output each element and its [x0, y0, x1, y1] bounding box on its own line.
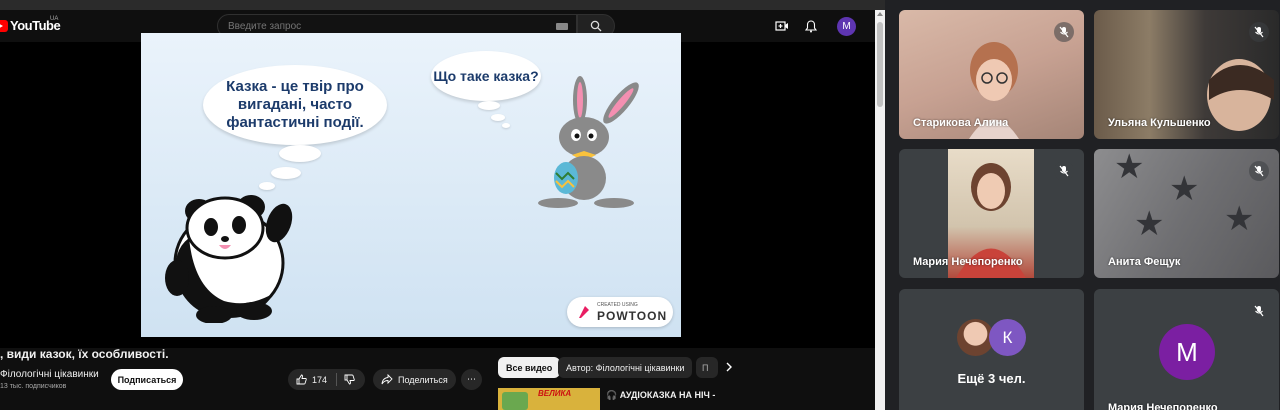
star-pattern-icon: ★	[1114, 149, 1145, 186]
panda-illustration	[165, 195, 293, 323]
chevron-right-icon[interactable]	[722, 360, 736, 374]
participant-name: Мария Нечепоренко	[913, 256, 1023, 268]
like-dislike-group: 174	[288, 369, 365, 390]
video-frame[interactable]: Казка - це твір про вигадані, часто фант…	[141, 33, 681, 337]
subscribe-button[interactable]: Подписаться	[111, 369, 183, 390]
participant-tile[interactable]: Старикова Алина	[899, 10, 1084, 139]
bubble-dot	[502, 123, 510, 128]
screen: YouTube UA M Казка - це т	[0, 0, 1280, 410]
more-actions-button[interactable]: ⋯	[461, 369, 482, 390]
recommended-video-thumbnail[interactable]: ВЕЛИКА	[498, 388, 600, 410]
powtoon-watermark: CREATED USING POWTOON	[567, 297, 673, 327]
share-icon	[381, 374, 393, 385]
mic-off-icon	[1249, 22, 1269, 42]
mic-off-icon	[1054, 161, 1074, 181]
participant-avatar: К	[989, 319, 1026, 356]
powtoon-logo-icon	[579, 306, 589, 318]
mic-off-icon	[1054, 22, 1074, 42]
thumbnail-text: ВЕЛИКА	[538, 389, 572, 398]
participant-tile[interactable]: ★ ★ ★ ★ Анита Фещук	[1094, 149, 1279, 278]
like-icon[interactable]	[296, 374, 307, 385]
chip-truncated[interactable]: П	[696, 357, 718, 378]
more-participants-tile[interactable]: К Ещё 3 чел.	[899, 289, 1084, 410]
participant-tile[interactable]: Ульяна Кульшенко	[1094, 10, 1279, 139]
bubble-dot	[271, 167, 301, 179]
create-video-icon[interactable]	[775, 19, 789, 33]
chip-author[interactable]: Автор: Філологічні цікавинки	[558, 357, 693, 378]
search-input[interactable]	[228, 19, 548, 33]
participant-name: Мария Нечепоренко	[1108, 402, 1218, 410]
participant-avatar: M	[1159, 324, 1215, 380]
star-pattern-icon: ★	[1224, 200, 1255, 238]
star-pattern-icon: ★	[1169, 170, 1200, 208]
share-button[interactable]: Поделиться	[373, 369, 456, 390]
participant-tile[interactable]: Мария Нечепоренко	[899, 149, 1084, 278]
mic-off-icon	[1249, 301, 1269, 321]
video-title: , види казок, їх особливості.	[0, 347, 169, 361]
like-divider	[336, 373, 337, 386]
keyboard-icon[interactable]	[556, 23, 568, 30]
youtube-play-icon	[0, 19, 8, 32]
powtoon-wordmark: POWTOON	[597, 309, 668, 323]
powtoon-created-using: CREATED USING	[597, 302, 638, 308]
subscriber-count: 13 тыс. подписчиков	[0, 383, 67, 390]
recommended-video-title[interactable]: 🎧 АУДІОКАЗКА НА НІЧ -	[606, 390, 715, 401]
mic-off-icon	[1249, 161, 1269, 181]
bubble-dot	[279, 145, 321, 162]
participant-tile[interactable]: M Мария Нечепоренко	[1094, 289, 1279, 410]
notifications-bell-icon[interactable]	[804, 19, 818, 33]
country-code: UA	[50, 16, 59, 22]
account-avatar[interactable]: M	[837, 17, 856, 36]
participant-name: Анита Фещук	[1108, 256, 1181, 268]
youtube-logo[interactable]: YouTube UA	[0, 16, 61, 33]
thought-bubble-definition: Казка - це твір про вигадані, часто фант…	[203, 65, 387, 145]
participant-name: Старикова Алина	[913, 117, 1009, 129]
channel-name[interactable]: Філологічні цікавинки	[0, 369, 99, 380]
like-count[interactable]: 174	[312, 375, 327, 385]
scrollbar-thumb[interactable]	[877, 22, 883, 107]
more-participants-count: Ещё 3 чел.	[957, 371, 1026, 386]
scroll-up-arrow-icon[interactable]	[877, 12, 883, 16]
dislike-icon[interactable]	[344, 374, 355, 385]
bubble-dot	[491, 114, 505, 121]
thought-bubble-question: Що таке казка?	[431, 51, 541, 101]
bunny-illustration	[538, 76, 639, 208]
participant-name: Ульяна Кульшенко	[1108, 117, 1211, 129]
search-icon	[590, 20, 602, 32]
bubble-dot	[478, 101, 500, 110]
page-scrollbar[interactable]	[875, 10, 885, 410]
share-label: Поделиться	[398, 375, 448, 385]
meet-participants-panel: Старикова Алина Ульяна Кульшенко Мария Н…	[885, 0, 1280, 410]
star-pattern-icon: ★	[1134, 205, 1165, 243]
thumb-decoration	[502, 392, 528, 410]
chip-all-videos[interactable]: Все видео	[498, 357, 561, 378]
